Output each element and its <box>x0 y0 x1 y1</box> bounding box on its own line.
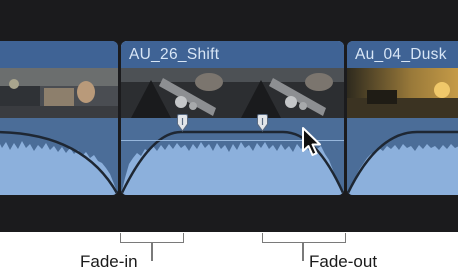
clip-left[interactable] <box>0 41 118 195</box>
filmstrip <box>0 68 118 118</box>
filmstrip <box>121 68 344 118</box>
fade-handle-icon <box>177 114 188 132</box>
fade-in-handle[interactable] <box>176 114 189 132</box>
clip-title: AU_26_Shift <box>129 46 220 63</box>
audio-waveform[interactable] <box>347 118 458 195</box>
fade-out-bracket <box>262 233 346 243</box>
clip-header[interactable] <box>0 41 118 68</box>
fade-in-leader-line <box>151 243 153 261</box>
clip-thumbnail <box>0 68 118 118</box>
clip-au-04-dusk[interactable]: Au_04_Dusk <box>347 41 458 195</box>
pointer-cursor-icon <box>300 126 324 158</box>
clip-title: Au_04_Dusk <box>355 46 447 63</box>
clip-thumbnail <box>121 68 233 118</box>
fade-in-bracket <box>120 233 184 243</box>
clip-header[interactable]: Au_04_Dusk <box>347 41 458 68</box>
clip-au-26-shift[interactable]: AU_26_Shift <box>121 41 344 195</box>
fade-in-label: Fade-in <box>80 252 138 271</box>
fade-out-handle[interactable] <box>256 114 269 132</box>
clip-header[interactable]: AU_26_Shift <box>121 41 344 68</box>
fade-out-leader-line <box>302 243 304 261</box>
clip-thumbnail <box>347 68 458 118</box>
fade-handle-icon <box>257 114 268 132</box>
audio-waveform[interactable] <box>0 118 118 195</box>
clip-thumbnail <box>233 68 344 118</box>
filmstrip <box>347 68 458 118</box>
timeline[interactable]: AU_26_Shift Au_04_Dusk <box>0 0 458 232</box>
fade-out-label: Fade-out <box>309 252 378 271</box>
